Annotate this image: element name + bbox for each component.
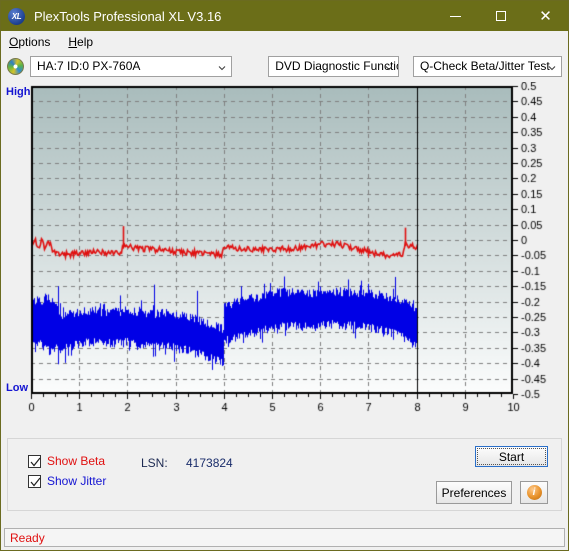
show-beta-label: Show Beta <box>47 454 106 468</box>
close-button[interactable]: ✕ <box>523 1 568 31</box>
window-title: PlexTools Professional XL V3.16 <box>34 8 222 24</box>
maximize-button[interactable] <box>478 1 523 31</box>
beta-jitter-chart <box>5 82 566 430</box>
axis-label-high: High <box>6 86 31 98</box>
window-controls: ✕ <box>433 1 568 31</box>
axis-label-low: Low <box>6 382 28 394</box>
menu-item-options[interactable]: Options <box>7 33 58 51</box>
show-jitter-checkbox-row[interactable]: Show Jitter <box>28 474 106 488</box>
lsn-value: 4173824 <box>186 456 233 470</box>
preferences-button[interactable]: Preferences <box>436 481 512 504</box>
minimize-icon <box>450 15 461 17</box>
menu-item-options-label: ptions <box>18 34 51 49</box>
controls-panel: Show Beta Show Jitter LSN: 4173824 Start… <box>7 438 562 511</box>
optical-disc-icon <box>7 57 24 75</box>
checkmark-icon <box>30 457 41 466</box>
xl-logo-icon: XL <box>8 7 25 25</box>
checkmark-icon <box>30 477 41 486</box>
menu-item-help-label: elp <box>77 34 94 49</box>
function-select[interactable]: DVD Diagnostic Functions <box>268 55 399 77</box>
chevron-down-icon <box>385 66 393 71</box>
menu-bar: Options Help <box>1 31 568 52</box>
status-bar: Ready <box>4 528 565 547</box>
chart-panel: High Low <box>5 82 566 432</box>
title-bar: XL PlexTools Professional XL V3.16 ✕ <box>1 1 568 31</box>
drive-select[interactable]: HA:7 ID:0 PX-760A <box>30 55 233 77</box>
plextools-window: XL PlexTools Professional XL V3.16 ✕ Opt… <box>0 0 569 551</box>
chevron-down-icon <box>218 66 226 71</box>
info-button[interactable]: i <box>520 481 548 504</box>
lsn-label: LSN: <box>141 456 168 470</box>
toolbar: HA:7 ID:0 PX-760A DVD Diagnostic Functio… <box>1 52 568 80</box>
show-beta-checkbox-row[interactable]: Show Beta <box>28 454 105 468</box>
info-icon: i <box>526 485 542 500</box>
status-text: Ready <box>10 530 45 545</box>
minimize-button[interactable] <box>433 1 478 31</box>
show-jitter-checkbox[interactable] <box>28 474 41 488</box>
show-jitter-label: Show Jitter <box>47 474 107 488</box>
chevron-down-icon <box>548 66 556 71</box>
show-beta-checkbox[interactable] <box>28 454 41 468</box>
start-button[interactable]: Start <box>475 446 548 467</box>
test-select[interactable]: Q-Check Beta/Jitter Test <box>412 55 562 77</box>
function-select-value: DVD Diagnostic Functions <box>275 59 398 73</box>
maximize-icon <box>495 11 506 21</box>
test-select-value: Q-Check Beta/Jitter Test <box>419 59 550 73</box>
menu-item-help[interactable]: Help <box>66 33 101 51</box>
drive-select-value: HA:7 ID:0 PX-760A <box>37 59 141 73</box>
